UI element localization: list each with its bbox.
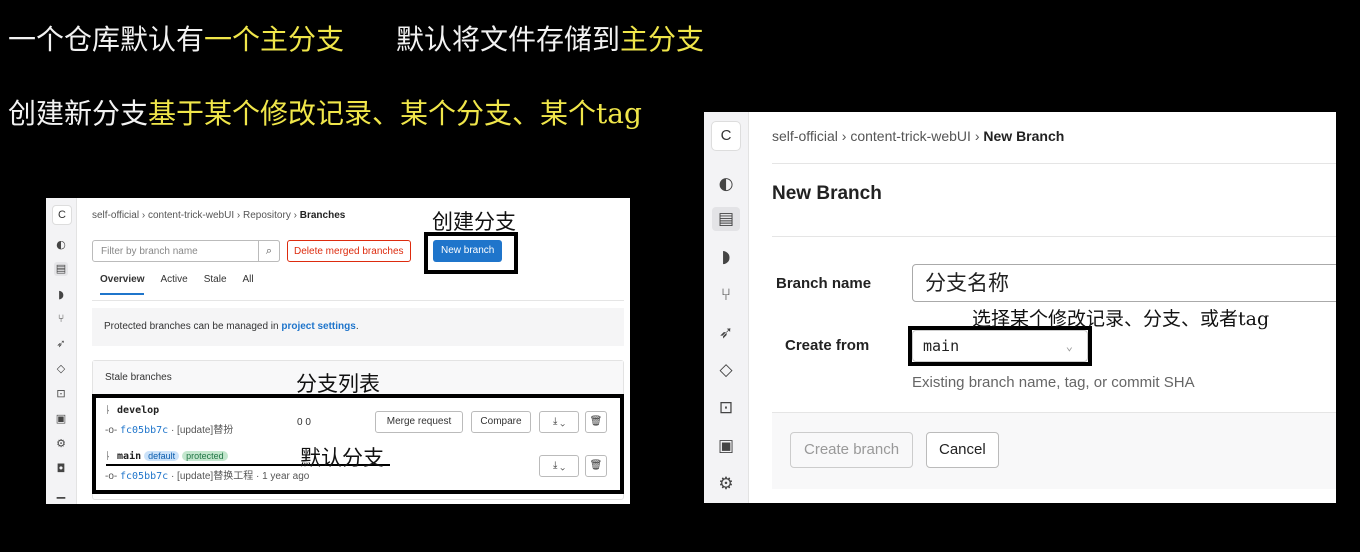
- package-icon[interactable]: ◘: [54, 462, 68, 476]
- deploy-icon[interactable]: ⊡: [54, 387, 68, 401]
- caption-text: 一个仓库默认有: [8, 23, 205, 56]
- file-icon[interactable]: ▤: [712, 207, 740, 231]
- annotation-select-source: 选择某个修改记录、分支、或者tag: [972, 308, 1270, 330]
- project-avatar[interactable]: C: [52, 205, 72, 225]
- tag-icon[interactable]: ◗: [712, 245, 740, 269]
- analytics-icon[interactable]: ▁: [54, 486, 68, 500]
- annotation-default-branch: 默认分支: [300, 446, 384, 470]
- breadcrumb: self-official › content-trick-webUI › Re…: [92, 210, 345, 221]
- caption-highlight: 主分支: [620, 23, 705, 56]
- cancel-button[interactable]: Cancel: [926, 432, 999, 468]
- monitor-icon[interactable]: ▣: [712, 434, 740, 458]
- annotation-branch-list: 分支列表: [296, 372, 380, 396]
- breadcrumb-item[interactable]: self-official: [92, 210, 139, 221]
- shield-icon[interactable]: ◐: [712, 172, 740, 196]
- notice-text: Protected branches can be managed in: [104, 321, 282, 332]
- caption-line-2: 创建新分支基于某个修改记录、某个分支、某个tag: [8, 92, 642, 132]
- breadcrumb-separator: ›: [841, 128, 847, 144]
- breadcrumb-item[interactable]: content-trick-webUI: [148, 210, 234, 221]
- merge-icon[interactable]: ⑂: [712, 283, 740, 307]
- branch-name-label: Branch name: [776, 275, 872, 292]
- security-icon[interactable]: ◇: [54, 362, 68, 376]
- create-branch-button[interactable]: Create branch: [790, 432, 914, 468]
- settings-icon[interactable]: ⚙: [712, 472, 740, 496]
- caption-text: 默认将文件存储到: [396, 23, 621, 56]
- tab-all[interactable]: All: [243, 274, 254, 293]
- branch-tabs: Overview Active Stale All: [100, 274, 270, 295]
- create-from-hint: Existing branch name, tag, or commit SHA: [912, 374, 1195, 391]
- highlight-frame-create-from: [908, 326, 1092, 366]
- search-icon[interactable]: ⌕: [258, 240, 280, 262]
- shield-icon[interactable]: ◐: [54, 238, 68, 252]
- notice-suffix: .: [355, 321, 359, 332]
- tab-overview[interactable]: Overview: [100, 274, 145, 295]
- header-divider: [772, 163, 1336, 164]
- breadcrumb-item[interactable]: Repository: [243, 210, 291, 221]
- breadcrumb-item[interactable]: self-official: [772, 128, 838, 144]
- caption-text: 创建新分支: [8, 97, 149, 130]
- breadcrumb-current: Branches: [299, 210, 346, 221]
- branch-filter-input[interactable]: Filter by branch name: [92, 240, 280, 262]
- page-title: New Branch: [772, 183, 882, 204]
- branch-name-input[interactable]: 分支名称: [912, 264, 1336, 302]
- settings-icon[interactable]: ⚙: [54, 437, 68, 451]
- security-icon[interactable]: ◇: [712, 358, 740, 382]
- tab-stale[interactable]: Stale: [204, 274, 227, 293]
- tag-icon[interactable]: ◗: [54, 288, 68, 302]
- breadcrumb-separator: ›: [236, 210, 241, 221]
- rocket-icon[interactable]: ➶: [54, 337, 68, 351]
- protected-branches-notice: Protected branches can be managed in pro…: [92, 308, 624, 346]
- side-rail: C ◐ ▤ ◗ ⑂ ➶ ◇ ⊡ ▣ ⚙: [704, 112, 749, 503]
- tab-divider: [92, 300, 624, 301]
- deploy-icon[interactable]: ⊡: [712, 396, 740, 420]
- delete-merged-branches-button[interactable]: Delete merged branches: [287, 240, 411, 262]
- file-icon[interactable]: ▤: [54, 262, 68, 276]
- breadcrumb-separator: ›: [293, 210, 297, 221]
- highlight-frame-new-branch: [424, 232, 518, 274]
- caption-line-1: 一个仓库默认有一个主分支 默认将文件存储到主分支: [8, 18, 704, 58]
- monitor-icon[interactable]: ▣: [54, 412, 68, 426]
- project-avatar[interactable]: C: [711, 121, 741, 151]
- caption-highlight: 基于某个修改记录、某个分支、某个tag: [148, 97, 642, 130]
- annotation-create-branch: 创建分支: [432, 210, 516, 234]
- form-footer: Create branch Cancel: [772, 412, 1336, 489]
- merge-icon[interactable]: ⑂: [54, 312, 68, 326]
- caption-highlight: 一个主分支: [204, 23, 345, 56]
- breadcrumb-item[interactable]: content-trick-webUI: [850, 128, 971, 144]
- breadcrumb-separator: ›: [974, 128, 980, 144]
- side-rail: C ◐ ▤ ◗ ⑂ ➶ ◇ ⊡ ▣ ⚙ ◘ ▁: [46, 198, 77, 504]
- tab-active[interactable]: Active: [160, 274, 187, 293]
- breadcrumb-current: New Branch: [983, 128, 1065, 144]
- project-settings-link[interactable]: project settings: [281, 321, 355, 332]
- breadcrumb: self-official › content-trick-webUI › Ne…: [772, 128, 1064, 144]
- breadcrumb-separator: ›: [141, 210, 146, 221]
- title-divider: [772, 236, 1336, 237]
- rocket-icon[interactable]: ➶: [712, 321, 740, 345]
- create-from-label: Create from: [785, 337, 870, 354]
